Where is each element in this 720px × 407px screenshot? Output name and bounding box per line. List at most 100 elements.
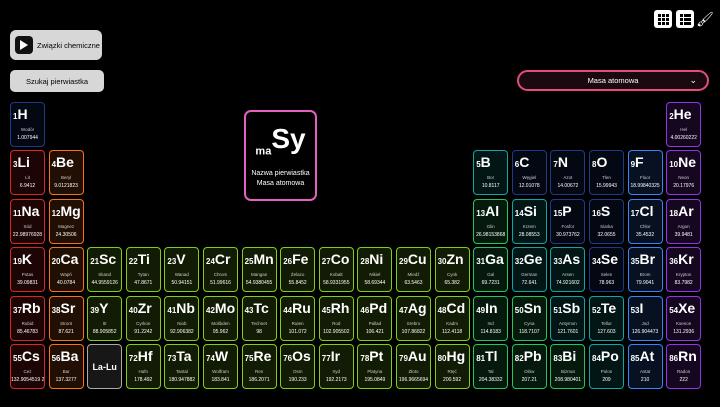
element-cell[interactable]: 7N Azot 14.00672	[550, 150, 586, 196]
element-number: 78	[360, 354, 370, 363]
element-cell[interactable]: 53I Jod 126.904473	[627, 295, 663, 341]
element-name: Cynk	[446, 272, 458, 278]
element-cell[interactable]: 72Hf Hafn 178.492	[125, 344, 161, 389]
element-cell[interactable]: 32Ge German 72.641	[511, 247, 547, 293]
element-cell[interactable]: 49In Ind 114.8183	[473, 295, 509, 341]
element-mass: 12.01078	[518, 183, 540, 190]
element-cell[interactable]: 4Be Beryl 9.0121823	[48, 150, 84, 196]
element-name: Radon	[677, 369, 691, 374]
element-cell[interactable]: 14Si Krzem 28.08553	[511, 198, 547, 244]
element-mass: 14.00672	[557, 183, 579, 190]
element-cell[interactable]: 55Cs Cez 132.9054519 2	[10, 344, 45, 389]
element-cell[interactable]: 30Zn Cynk 65.382	[434, 247, 470, 293]
element-symbol-text: Sn	[523, 299, 542, 316]
element-cell[interactable]: 29Cu Miedź 63.5463	[396, 247, 431, 293]
element-cell[interactable]: 9F Fluor 18.99840325	[627, 150, 663, 196]
element-cell[interactable]: 52Te Tellur 127.603	[589, 295, 624, 341]
element-cell[interactable]: 86Rn Radon 222	[666, 344, 702, 389]
element-cell[interactable]: 25Mn Mangan 54.9380455	[241, 247, 277, 293]
grid-view-icon[interactable]	[654, 10, 672, 28]
element-cell[interactable]: 37Rb Rubid 85.46783	[10, 295, 45, 341]
element-cell[interactable]: 6C Węgiel 12.01078	[511, 150, 547, 196]
element-cell[interactable]: 42Mo Molibden 95.962	[203, 295, 238, 341]
element-cell[interactable]: 10Ne Neon 20.17976	[666, 150, 702, 196]
element-cell[interactable]: 33As Arsen 74.921602	[550, 247, 586, 293]
element-cell[interactable]: 26Fe Żelazo 55.8452	[280, 247, 316, 293]
element-cell[interactable]: 56Ba Bar 137.3277	[48, 344, 84, 389]
element-name: Jod	[641, 320, 649, 326]
element-cell[interactable]: 77Ir Iryd 192.2173	[318, 344, 354, 389]
compounds-button[interactable]: Związki chemiczne	[10, 30, 102, 60]
element-cell[interactable]: 46Pd Pallad 106.421	[357, 295, 393, 341]
brush-icon[interactable]: 🖌	[696, 10, 714, 28]
element-cell[interactable]: 31Ga Gal 69.7231	[473, 247, 509, 293]
element-cell[interactable]: 80Hg Rtęć 200.592	[434, 344, 470, 389]
element-cell[interactable]: 20Ca Wapń 40.0784	[48, 247, 84, 293]
element-cell[interactable]: 21Sc Skand 44.9559126	[87, 247, 123, 293]
element-cell[interactable]: 54Xe Ksenon 131.2936	[666, 295, 702, 341]
element-cell[interactable]: 45Rh Rod 102.905502	[318, 295, 354, 341]
element-cell[interactable]: 8O Tlen 15.99943	[589, 150, 624, 196]
element-cell[interactable]: 79Au Złoto 196.9665694	[396, 344, 431, 389]
element-cell[interactable]: 16S Siarka 32.0655	[589, 198, 624, 244]
element-cell[interactable]: 83Bi Bizmut 208.980401	[550, 344, 586, 389]
element-cell[interactable]: 1H Wodór 1.007944	[10, 102, 45, 147]
element-number: 34	[592, 257, 601, 267]
element-cell[interactable]: 50Sn Cyna 118.7107	[511, 295, 547, 341]
element-cell[interactable]: 41Nb Niob 92.906382	[164, 295, 200, 341]
element-number: 79	[399, 354, 408, 363]
list-view-icon[interactable]	[676, 10, 694, 28]
element-symbol-text: Co	[330, 251, 350, 268]
element-cell[interactable]: 11Na Sód 22.98976928	[10, 198, 45, 244]
element-cell[interactable]: 38Sr Stront 87.621	[48, 295, 84, 341]
element-name: Nikiel	[369, 272, 381, 278]
element-symbol: 11Na	[13, 203, 39, 221]
element-cell[interactable]: 78Pt Platyna 195.0849	[357, 344, 393, 389]
element-cell[interactable]: 36Kr Krypton 83.7982	[666, 247, 702, 293]
element-cell[interactable]: 40Zr Cyrkon 91.2242	[125, 295, 161, 341]
element-symbol: 77Ir	[322, 349, 340, 366]
element-symbol: 52Te	[592, 300, 616, 318]
element-cell[interactable]: 35Br Brom 79.9041	[627, 247, 663, 293]
element-number: 53	[630, 305, 640, 315]
property-select[interactable]: Masa atomowa ⌄	[517, 70, 709, 91]
element-cell[interactable]: 48Cd Kadm 112.4118	[434, 295, 470, 341]
element-symbol: 15P	[553, 203, 571, 221]
element-symbol-text: Sb	[562, 299, 581, 316]
search-element-button[interactable]: Szukaj pierwiastka	[10, 70, 104, 92]
element-cell[interactable]: 47Ag Srebro 107.86822	[396, 295, 431, 341]
element-cell[interactable]: 22Ti Tytan 47.8671	[125, 247, 161, 293]
element-cell[interactable]: 5B Bor 10.8117	[473, 150, 509, 196]
element-cell[interactable]: 27Co Kobalt 58.9331955	[318, 247, 354, 293]
element-cell[interactable]: La-Lu	[87, 344, 123, 389]
element-cell[interactable]: 19K Potas 39.09831	[10, 247, 45, 293]
element-cell[interactable]: 18Ar Argon 39.9481	[666, 198, 702, 244]
element-number: 74	[206, 354, 215, 363]
element-symbol: 75Re	[245, 349, 272, 366]
element-cell[interactable]: 51Sb Antymon 121.7601	[550, 295, 586, 341]
element-name: Arsen	[562, 272, 574, 278]
element-cell[interactable]: 81Tl Tal 204.38332	[473, 344, 509, 389]
element-cell[interactable]: 24Cr Chrom 51.99616	[203, 247, 238, 293]
element-cell[interactable]: 43Tc Technet 98	[241, 295, 277, 341]
element-cell[interactable]: 28Ni Nikiel 58.69344	[357, 247, 393, 293]
element-name: Rubid	[21, 320, 34, 326]
element-cell[interactable]: 73Ta Tantal 180.947882	[164, 344, 200, 389]
element-cell[interactable]: 13Al Glin 26.98153868	[473, 198, 509, 244]
element-cell[interactable]: 39Y Itr 88.905852	[87, 295, 123, 341]
element-cell[interactable]: 82Pb Ołów 207.21	[511, 344, 547, 389]
element-cell[interactable]: 75Re Ren 186.2071	[241, 344, 277, 389]
element-symbol: 40Zr	[129, 300, 152, 318]
element-cell[interactable]: 44Ru Ruten 101.072	[280, 295, 316, 341]
element-cell[interactable]: 74W Wolfram 183.841	[203, 344, 238, 389]
element-cell[interactable]: 76Os Osm 190.233	[280, 344, 316, 389]
element-cell[interactable]: 17Cl Chlor 35.4532	[627, 198, 663, 244]
element-cell[interactable]: 34Se Selen 78.963	[589, 247, 624, 293]
element-cell[interactable]: 15P Fosfor 30.973762	[550, 198, 586, 244]
element-cell[interactable]: 23V Wanad 50.94151	[164, 247, 200, 293]
element-cell[interactable]: 85At Astat 210	[627, 344, 663, 389]
element-cell[interactable]: 84Po Polon 209	[589, 344, 624, 389]
element-cell[interactable]: 2He Hel 4.00260222	[666, 102, 702, 147]
element-cell[interactable]: 12Mg Magnez 24.30506	[48, 198, 84, 244]
element-cell[interactable]: 3Li Lit 6.9412	[10, 150, 45, 196]
